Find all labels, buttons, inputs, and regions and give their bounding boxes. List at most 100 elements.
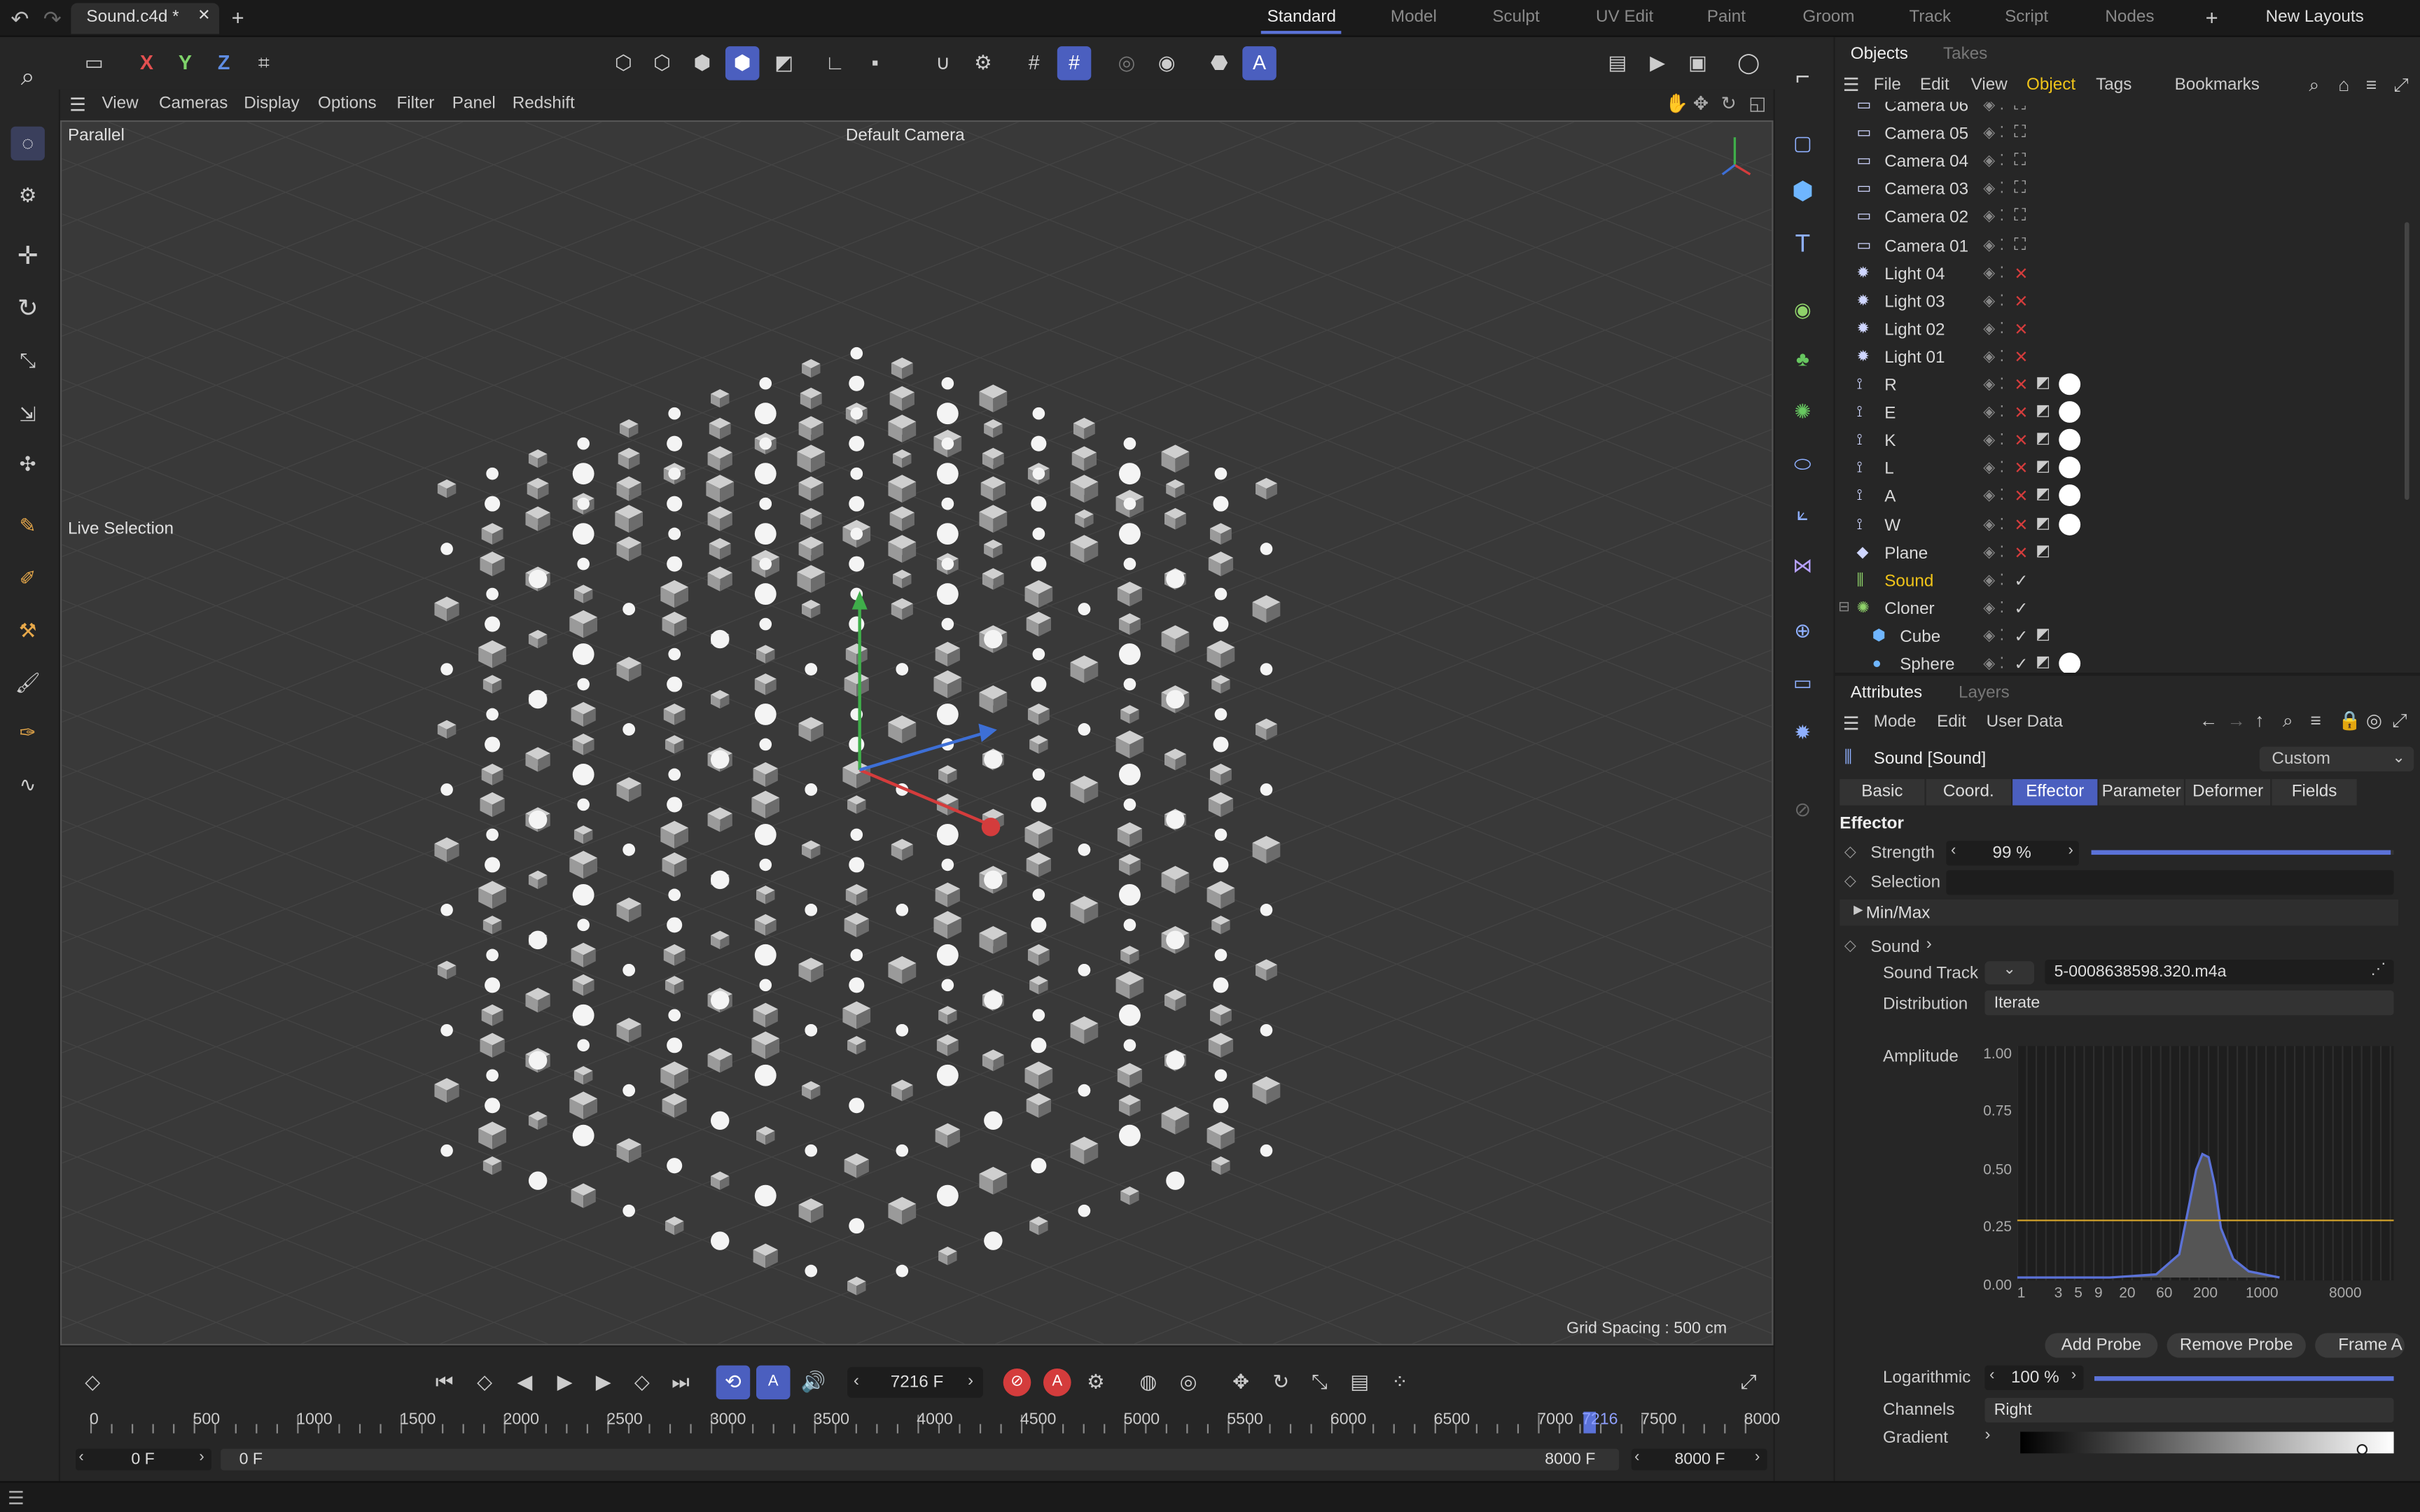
- key-settings-icon[interactable]: ⚙: [1079, 1366, 1113, 1399]
- remove-probe-button[interactable]: Remove Probe: [2167, 1333, 2306, 1358]
- layout-paint[interactable]: Paint: [1707, 8, 1746, 26]
- rotate-tool-icon[interactable]: ↻: [11, 293, 44, 327]
- layer-visibility-icon[interactable]: ◈ ⁚: [1983, 209, 2004, 225]
- hamburger-icon[interactable]: ☰: [69, 94, 86, 115]
- transfer-tool-icon[interactable]: ⇲: [11, 398, 44, 432]
- disabled-icon[interactable]: ✕: [2014, 319, 2028, 339]
- render-queue-icon[interactable]: ▣: [1681, 46, 1714, 80]
- material-tag-icon[interactable]: [2059, 457, 2081, 479]
- y-axis-lock[interactable]: Y: [168, 46, 202, 80]
- viewport-solo-icon[interactable]: ▭: [77, 46, 111, 80]
- object-row-plane[interactable]: ◆ Plane ◈ ⁚ ✕ ◩: [1835, 540, 2403, 568]
- object-name[interactable]: W: [1884, 516, 1900, 534]
- tag-icon[interactable]: ◩: [2036, 654, 2050, 671]
- object-name[interactable]: E: [1884, 405, 1896, 423]
- layer-visibility-icon[interactable]: ◈ ⁚: [1983, 656, 2004, 673]
- disabled-icon[interactable]: ✕: [2014, 514, 2028, 534]
- layout-uv-edit[interactable]: UV Edit: [1596, 8, 1653, 26]
- object-row-camera-02[interactable]: ▭ Camera 02 ◈ ⁚ ⛶: [1835, 204, 2403, 232]
- disabled-icon[interactable]: ✕: [2014, 458, 2028, 478]
- effector-icon[interactable]: ✺: [1786, 395, 1819, 428]
- render-view-icon[interactable]: ▤: [1601, 46, 1634, 80]
- object-name[interactable]: Light 01: [1884, 349, 1945, 367]
- layer-visibility-icon[interactable]: ◈ ⁚: [1983, 181, 2004, 198]
- tab-effector[interactable]: Effector: [2012, 779, 2098, 806]
- object-name[interactable]: R: [1884, 377, 1897, 395]
- filter-icon[interactable]: ≡: [2366, 74, 2377, 96]
- sound-icon[interactable]: 🔊: [796, 1366, 830, 1399]
- tab-deformer[interactable]: Deformer: [2185, 779, 2271, 806]
- deformer-icon[interactable]: ⬭: [1786, 447, 1819, 481]
- channels-dropdown[interactable]: Right: [1984, 1397, 2394, 1423]
- preview-range-bar[interactable]: 0 F 8000 F: [221, 1448, 1620, 1471]
- object-name[interactable]: L: [1884, 460, 1894, 478]
- record-parameter-icon[interactable]: ▤: [1343, 1366, 1377, 1399]
- render-picture-viewer-icon[interactable]: ▶: [1641, 46, 1674, 80]
- subdivision-icon[interactable]: ◉: [1786, 293, 1819, 327]
- uv-mode-icon[interactable]: ◩: [767, 46, 800, 80]
- object-row-w[interactable]: ⟟ W ◈ ⁚ ✕ ◩: [1835, 512, 2403, 540]
- layer-visibility-icon[interactable]: ◈ ⁚: [1983, 460, 2004, 477]
- collapse-icon[interactable]: ⊟: [1838, 598, 1850, 615]
- new-window-icon[interactable]: ⤢: [2392, 710, 2407, 733]
- knife-tool-icon[interactable]: ✑: [11, 716, 44, 750]
- disabled-icon[interactable]: ✕: [2014, 542, 2028, 562]
- object-name[interactable]: Plane: [1884, 544, 1928, 562]
- tag-icon[interactable]: ◩: [2036, 514, 2050, 531]
- layer-visibility-icon[interactable]: ◈ ⁚: [1983, 265, 2004, 281]
- layout-standard[interactable]: Standard: [1267, 8, 1336, 26]
- maximize-view-icon[interactable]: ◱: [1748, 92, 1766, 114]
- chevron-right-icon[interactable]: ›: [968, 1371, 973, 1390]
- autokey-icon[interactable]: A: [1043, 1368, 1071, 1396]
- tab-coord[interactable]: Coord.: [1926, 779, 2011, 806]
- layer-visibility-icon[interactable]: ◈ ⁚: [1983, 572, 2004, 589]
- spline-smooth-icon[interactable]: ⚒: [11, 614, 44, 648]
- layout-track[interactable]: Track: [1909, 8, 1951, 26]
- volume-icon[interactable]: ⋈: [1786, 550, 1819, 583]
- layout-nodes[interactable]: Nodes: [2105, 8, 2154, 26]
- tab-layers[interactable]: Layers: [1959, 683, 2010, 701]
- filter-icon[interactable]: ≡: [2311, 710, 2321, 732]
- menu-mode[interactable]: Mode: [1874, 713, 1917, 731]
- new-layouts-menu[interactable]: New Layouts: [2266, 8, 2364, 26]
- target-tag-icon[interactable]: ⛶: [2014, 124, 2026, 144]
- gradient-knot[interactable]: [2356, 1444, 2368, 1455]
- target-tag-icon[interactable]: ⛶: [2014, 207, 2026, 227]
- object-name[interactable]: Camera 03: [1884, 181, 1968, 200]
- search-icon[interactable]: ⌕: [2283, 710, 2293, 733]
- disabled-icon[interactable]: ✕: [2014, 291, 2028, 311]
- layer-visibility-icon[interactable]: ◈ ⁚: [1983, 125, 2004, 142]
- menu-bookmarks[interactable]: Bookmarks: [2175, 76, 2260, 94]
- tab-attributes[interactable]: Attributes: [1851, 683, 1922, 701]
- tag-icon[interactable]: ◩: [2036, 626, 2050, 643]
- object-name[interactable]: Cloner: [1884, 600, 1934, 618]
- disabled-icon[interactable]: ✕: [2014, 347, 2028, 367]
- object-row-cube[interactable]: ⬢ Cube ◈ ⁚ ✓ ◩: [1835, 623, 2403, 651]
- menu-user-data[interactable]: User Data: [1987, 713, 2063, 731]
- chevron-right-icon[interactable]: ›: [1926, 935, 1932, 953]
- mograph-icon[interactable]: ♣: [1786, 342, 1819, 376]
- material-tag-icon[interactable]: [2059, 373, 2081, 396]
- forward-arrow-icon[interactable]: →: [2227, 710, 2246, 732]
- render-settings-icon[interactable]: ◉: [1150, 46, 1183, 80]
- tab-takes[interactable]: Takes: [1943, 45, 1987, 63]
- coordinate-system-icon[interactable]: ⌗: [247, 46, 281, 80]
- object-name[interactable]: Cube: [1900, 628, 1940, 646]
- object-name[interactable]: K: [1884, 433, 1896, 451]
- text-object-icon[interactable]: T: [1786, 228, 1819, 262]
- redo-icon[interactable]: ↷: [43, 6, 62, 32]
- spline-object-icon[interactable]: ▢: [1786, 127, 1819, 160]
- timeline-expand-icon[interactable]: ⤢: [1732, 1366, 1765, 1399]
- record-icon[interactable]: ⊘: [1003, 1368, 1031, 1396]
- object-row-camera-03[interactable]: ▭ Camera 03 ◈ ⁚ ⛶: [1835, 176, 2403, 204]
- undo-icon[interactable]: ↶: [11, 6, 29, 32]
- enabled-icon[interactable]: ✓: [2014, 626, 2028, 646]
- layer-visibility-icon[interactable]: ◈ ⁚: [1983, 544, 2004, 561]
- chevron-right-icon[interactable]: ›: [2071, 1367, 2076, 1384]
- preview-range-icon[interactable]: A: [756, 1365, 791, 1400]
- object-name[interactable]: Sound: [1884, 572, 1933, 590]
- record-position-icon[interactable]: ✥: [1224, 1366, 1258, 1399]
- object-list-scrollbar[interactable]: [2404, 222, 2409, 500]
- key-position-icon[interactable]: ◎: [1171, 1366, 1205, 1399]
- orbit-icon[interactable]: ↻: [1721, 92, 1737, 114]
